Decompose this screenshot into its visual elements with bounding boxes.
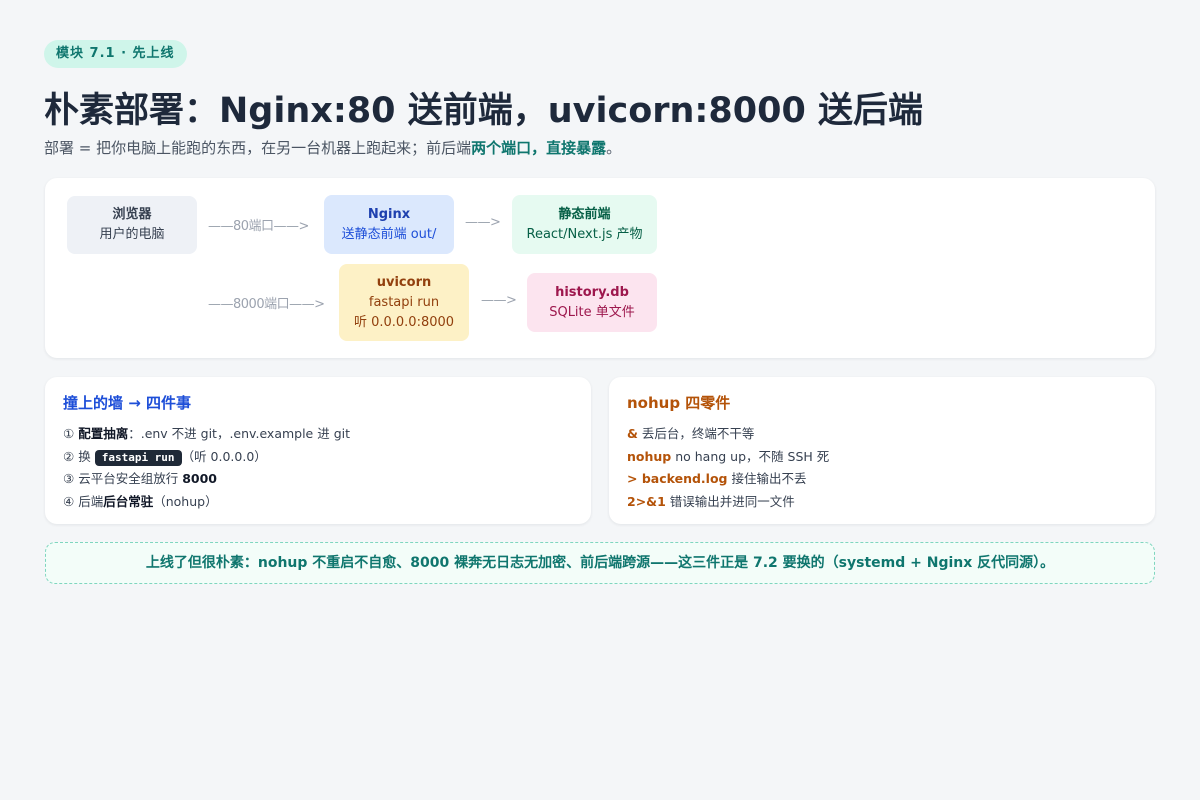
subtitle-lead: 部署 = 把你电脑上能跑的东西，在另一台机器上跑起来；前后端 [44,139,472,157]
item-number: ① [63,426,75,441]
nginx-node: Nginx 送静态前端 out/ [324,195,454,254]
item-number: ③ [63,471,75,487]
nohup-card: nohup 四零件 & 丢后台，终端不干等 nohup no hang up，不… [609,377,1155,524]
walls-card: 撞上的墙 → 四件事 ① 配置抽离：.env 不进 git，.env.examp… [45,377,591,524]
history-db-node-title: history.db [555,284,629,300]
static-frontend-node-title: 静态前端 [558,206,611,222]
item-text: 换 [78,448,91,464]
static-frontend-node-sub: React/Next.js 产物 [526,226,643,242]
port-80-arrow: ——80端口——> [208,219,309,234]
list-item: & 丢后台，终端不干等 [627,423,1137,446]
history-db-node: history.db SQLite 单文件 [527,273,657,332]
deployment-diagram: 浏览器 用户的电脑 ——80端口——> Nginx 送静态前端 out/ ——>… [45,178,1155,358]
uvicorn-node: uvicorn fastapi run 听 0.0.0.0:8000 [339,264,469,341]
item-bold: 配置抽离 [78,426,129,441]
list-item: nohup no hang up，不随 SSH 死 [627,446,1137,469]
nginx-to-static-arrow: ——> [465,215,501,230]
item-text: （nohup） [153,494,218,510]
page-subtitle: 部署 = 把你电脑上能跑的东西，在另一台机器上跑起来；前后端两个端口，直接暴露。 [44,137,1154,158]
item-bold: 后台常驻 [103,494,154,510]
list-item: 2>&1 错误输出并进同一文件 [627,491,1137,514]
item-bold: 8000 [182,471,217,487]
uvicorn-to-history-arrow: ——> [481,293,517,308]
item-text: ：.env 不进 git，.env.example 进 git [128,426,351,441]
module-badge: 模块 7.1 · 先上线 [44,40,187,68]
list-item: ② 换 fastapi run （听 0.0.0.0） [63,446,573,469]
list-item: ③ 云平台安全组放行 8000 [63,468,573,491]
nginx-node-sub: 送静态前端 out/ [341,226,437,242]
port-8000-arrow: ——8000端口——> [208,297,325,312]
page: 模块 7.1 · 先上线 朴素部署：Nginx:80 送前端，uvicorn:8… [0,0,1200,800]
browser-node: 浏览器 用户的电脑 [67,196,197,254]
item-text: 后端 [78,494,104,510]
browser-node-sub: 用户的电脑 [99,227,165,242]
walls-card-title: 撞上的墙 → 四件事 [63,394,192,412]
nohup-card-title: nohup 四零件 [627,394,731,412]
item-text: 丢后台，终端不干等 [641,426,755,441]
list-item: > backend.log 接住输出不丢 [627,468,1137,491]
uvicorn-node-title: uvicorn [376,274,432,290]
item-text: no hang up，不随 SSH 死 [675,448,830,464]
item-number: ② [63,448,75,464]
item-text: 错误输出并进同一文件 [669,494,795,510]
item-text: 云平台安全组放行 [78,471,179,487]
uvicorn-node-line1: fastapi run [368,294,440,310]
item-text: （听 0.0.0.0） [181,448,267,464]
nginx-node-title: Nginx [367,206,411,222]
keyword: > backend.log [627,471,728,487]
nohup-list: & 丢后台，终端不干等 nohup no hang up，不随 SSH 死 > … [627,423,1137,514]
static-frontend-node: 静态前端 React/Next.js 产物 [512,195,657,254]
keyword: 2>&1 [627,494,666,510]
subtitle-tail: 。 [606,139,622,157]
keyword: nohup [627,448,672,464]
item-number: ④ [63,494,75,510]
list-item: ④ 后端后台常驻（nohup） [63,491,573,514]
uvicorn-node-line2: 听 0.0.0.0:8000 [353,314,455,330]
history-db-node-sub: SQLite 单文件 [549,304,635,320]
page-title: 朴素部署：Nginx:80 送前端，uvicorn:8000 送后端 [44,91,924,131]
subtitle-highlight: 两个端口，直接暴露 [471,139,607,157]
code-snippet: fastapi run [94,449,182,466]
item-text: 接住输出不丢 [731,471,807,487]
walls-list: ① 配置抽离：.env 不进 git，.env.example 进 git ② … [63,423,573,514]
browser-node-title: 浏览器 [112,207,152,222]
keyword: & [627,426,638,441]
summary-note: 上线了但很朴素：nohup 不重启不自愈、8000 裸奔无日志无加密、前后端跨源… [45,542,1155,584]
list-item: ① 配置抽离：.env 不进 git，.env.example 进 git [63,423,573,446]
